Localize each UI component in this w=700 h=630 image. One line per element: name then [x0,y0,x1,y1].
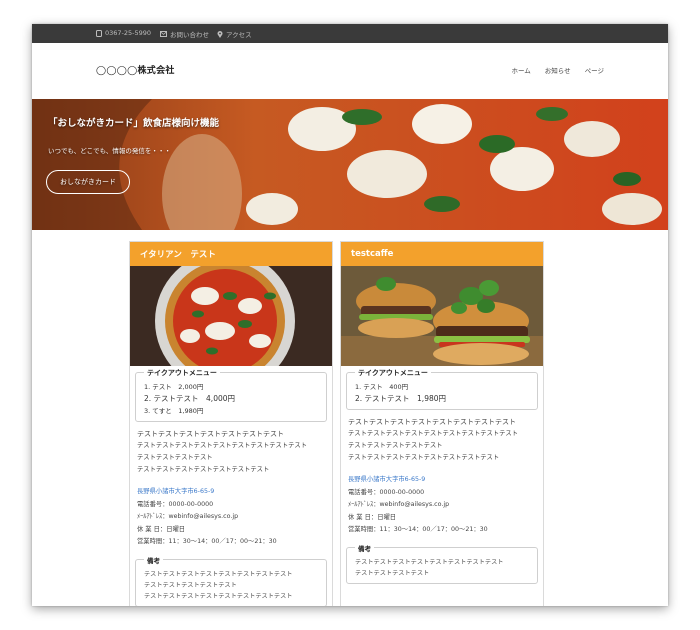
description-line: テストテストテストテストテストテストテストテスト [348,418,516,426]
remark-line: テストテストテストテスト [355,569,430,577]
email-address: ﾒｰﾙｱﾄﾞﾚｽ：webinfo@ailesys.co.jp [348,501,450,508]
mail-icon [160,31,167,37]
remark-line: テストテストテストテストテスト [144,581,237,589]
description-line: テストテストテストテスト [137,454,213,461]
pizza-image[interactable] [130,266,332,366]
takeout-menu-box: テイクアウトメニュー 1. テスト 400円 2. テストテスト 1,980円 [346,368,538,410]
menu-item: 3. てすと 1,980円 [144,407,204,415]
site-header: ◯◯◯◯株式会社 ホーム お知らせ ページ [32,43,668,99]
description-line: テストテストテストテストテスト [348,442,443,449]
remark-line: テストテストテストテストテストテストテストテスト [355,558,504,566]
holiday: 休 業 日：日曜日 [137,525,186,533]
topbar-access-text: アクセス [226,31,252,39]
topbar-phone-text: 0367-25-5990 [105,29,152,37]
topbar-contact-text: お問い合わせ [170,31,209,39]
topbar-access[interactable]: アクセス [217,29,252,39]
remarks-title: 備考 [144,554,163,565]
hero-banner: 「おしながきカード」飲食店様向け機能 いつでも、どこでも、情報の発信を・・・ お… [32,99,668,230]
shop-description: テストテストテストテストテストテストテストテスト テストテストテストテストテスト… [348,416,536,464]
burger-image[interactable] [341,266,543,366]
nav-item-page[interactable]: ページ [585,65,604,75]
browser-page: 0367-25-5990 お問い合わせ アクセス ◯◯◯◯株式会社 ホーム お知… [32,24,668,606]
shop-description: テストテストテストテストテストテストテスト テストテストテストテストテストテスト… [137,428,325,476]
remarks-box: 備考 テストテストテストテストテストテストテストテスト テストテストテストテスト… [135,554,327,606]
takeout-menu-box: テイクアウトメニュー 1. テスト 2,000円 2. テストテスト 4,000… [135,368,327,422]
map-pin-icon [217,30,223,38]
address-link[interactable]: 長野県小諸市大字市6-65-9 [137,486,325,499]
hero-title: 「おしながきカード」飲食店様向け機能 [48,118,220,129]
card-title[interactable]: testcaffe [341,242,543,266]
nav-item-news[interactable]: お知らせ [545,65,571,75]
hero-subtitle: いつでも、どこでも、情報の発信を・・・ [48,147,171,155]
menu-item: 2. テストテスト 1,980円 [355,394,447,403]
shop-card-testcaffe: testcaffe テイクアウトメニュー 1. テスト 400円 2. テストテ… [340,241,544,606]
shop-info: 長野県小諸市大字市6-65-9 電話番号：0000-00-0000 ﾒｰﾙｱﾄﾞ… [137,486,325,549]
holiday: 休 業 日：日曜日 [348,513,397,521]
oshinagaki-card-button[interactable]: おしながきカード [46,170,130,194]
remarks-box: 備考 テストテストテストテストテストテストテストテスト テストテストテストテスト [346,542,538,584]
phone-icon [96,29,102,37]
shop-info: 長野県小諸市大字市6-65-9 電話番号：0000-00-0000 ﾒｰﾙｱﾄﾞ… [348,474,536,537]
card-title[interactable]: イタリアン テスト [130,242,332,266]
phone-number: 電話番号：0000-00-0000 [137,500,214,508]
site-logo[interactable]: ◯◯◯◯株式会社 [96,63,175,76]
business-hours: 営業時間：11：30～14：00／17：00～21：30 [348,526,488,533]
description-line: テストテストテストテストテストテストテストテスト [348,454,500,461]
description-line: テストテストテストテストテストテストテスト [137,466,270,473]
menu-box-title: テイクアウトメニュー [144,368,220,378]
menu-item: 1. テスト 2,000円 [144,383,204,391]
remark-line: テストテストテストテストテストテストテストテスト [144,592,293,600]
menu-item: 1. テスト 400円 [355,383,409,391]
topbar-contact[interactable]: お問い合わせ [160,29,209,39]
topbar-phone[interactable]: 0367-25-5990 [96,29,151,37]
top-info-bar: 0367-25-5990 お問い合わせ アクセス [32,24,668,43]
shop-card-italian: イタリアン テスト テイクアウトメニュー 1. テスト 2,000円 2. テス… [129,241,333,606]
address-link[interactable]: 長野県小諸市大字市6-65-9 [348,474,536,487]
remarks-title: 備考 [355,542,374,553]
description-line: テストテストテストテストテストテストテスト [137,430,284,438]
menu-box-title: テイクアウトメニュー [355,368,431,378]
description-line: テストテストテストテストテストテストテストテストテスト [137,442,308,449]
remark-line: テストテストテストテストテストテストテストテスト [144,570,293,578]
phone-number: 電話番号：0000-00-0000 [348,488,425,496]
menu-item: 2. テストテスト 4,000円 [144,394,236,403]
email-address: ﾒｰﾙｱﾄﾞﾚｽ：webinfo@ailesys.co.jp [137,513,239,520]
nav-item-home[interactable]: ホーム [511,65,530,75]
main-nav: ホーム お知らせ ページ [511,65,604,75]
business-hours: 営業時間：11：30～14：00／17：00～21：30 [137,538,277,545]
description-line: テストテストテストテストテストテストテストテストテスト [348,430,519,437]
